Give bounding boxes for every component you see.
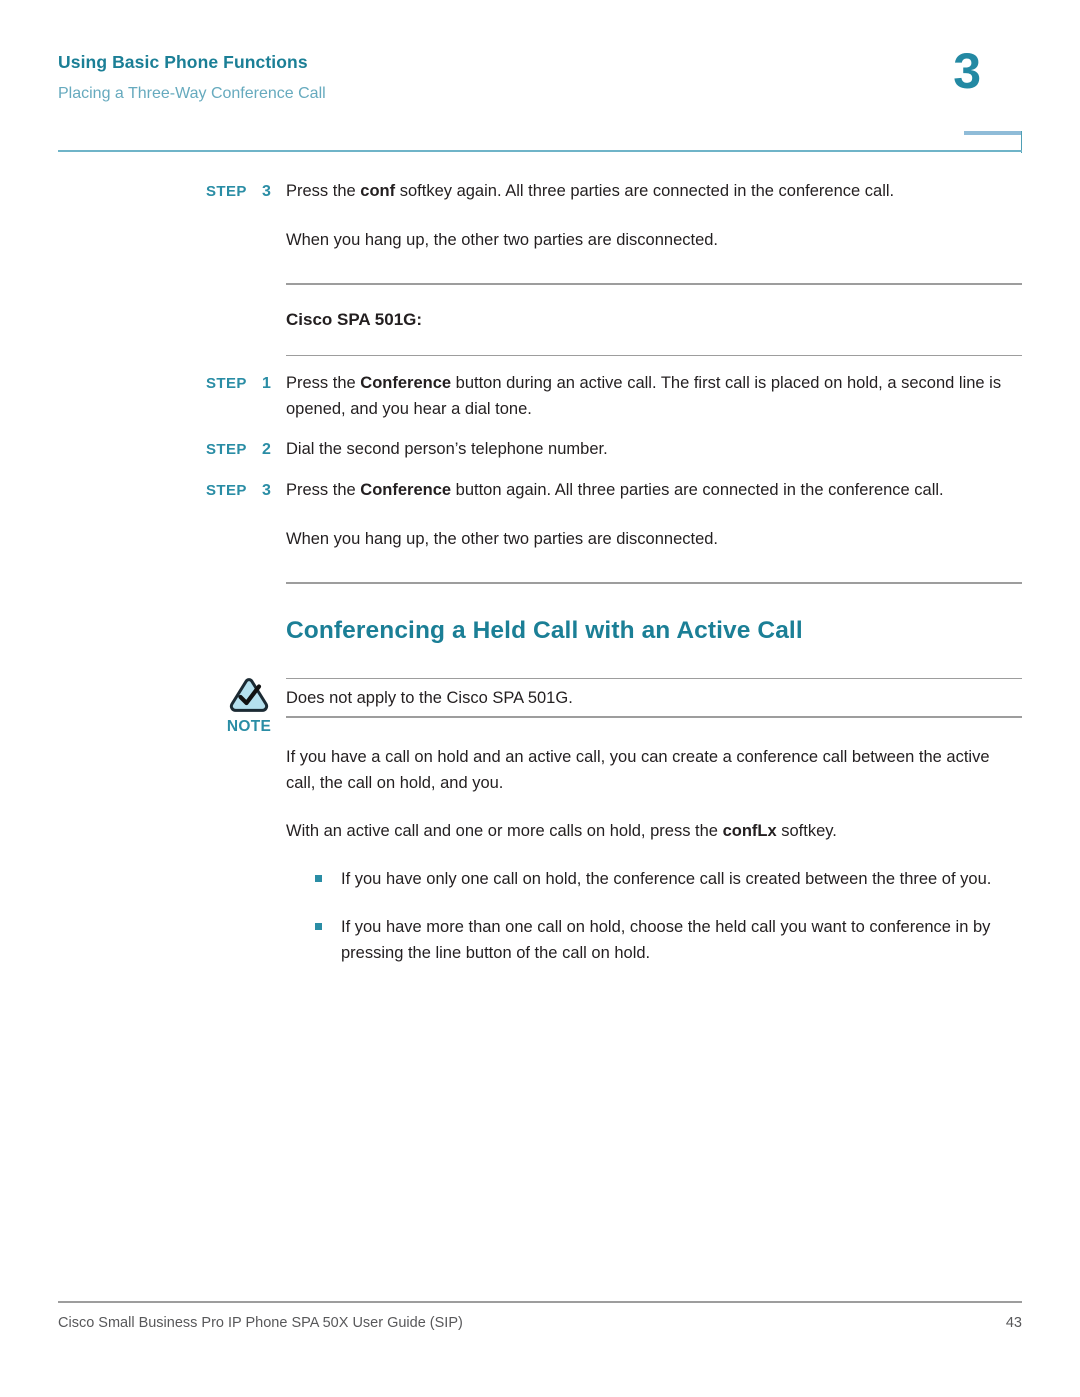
bullet-marker [315, 914, 341, 930]
running-header: Using Basic Phone Functions Placing a Th… [58, 46, 1022, 153]
note-triangle-check-icon [218, 677, 280, 717]
step-text-after: softkey again. All three parties are con… [395, 182, 895, 200]
softkey-text-before: With an active call and one or more call… [286, 821, 723, 840]
hangup-note-paragraph: When you hang up, the other two parties … [286, 231, 719, 249]
hangup-closing-paragraph: When you hang up, the other two parties … [286, 530, 719, 548]
divider-below-note-text [286, 716, 1022, 718]
step-row: STEP 3 Press the conf softkey again. All… [0, 178, 1080, 205]
step-row: STEP 3 Press the Conference button again… [0, 477, 1080, 504]
footer-rule [58, 1301, 1022, 1303]
intro-paragraph: If you have a call on hold and an active… [286, 747, 990, 792]
step-bold-term: conf [360, 182, 396, 200]
step-body: Press the Conference button during an ac… [286, 370, 1022, 422]
list-item: If you have only one call on hold, the c… [315, 866, 1080, 892]
model-subheading: Cisco SPA 501G: [286, 309, 423, 329]
footer-page-number: 43 [1005, 1315, 1022, 1331]
step-number: 3 [262, 183, 271, 200]
page-content: STEP 3 Press the conf softkey again. All… [0, 178, 1080, 966]
step-text-before: Dial the second person’s telephone numbe… [286, 440, 608, 458]
softkey-bold-term: confLx [722, 821, 777, 840]
note-icon-group: NOTE [218, 677, 280, 736]
step-text-before: Press the [286, 182, 361, 200]
step-body: Dial the second person’s telephone numbe… [286, 436, 1022, 462]
step-label: STEP [206, 375, 247, 392]
step-row: STEP 2 Dial the second person’s telephon… [0, 436, 1080, 463]
step-label: STEP [206, 482, 247, 499]
list-item: If you have more than one call on hold, … [315, 914, 1080, 966]
step-body: Press the conf softkey again. All three … [286, 178, 1022, 204]
step-number: 2 [262, 441, 271, 458]
page-footer: Cisco Small Business Pro IP Phone SPA 50… [58, 1313, 1022, 1333]
chapter-number: 3 [953, 43, 981, 99]
step-number: 3 [262, 482, 271, 499]
note-text: Does not apply to the Cisco SPA 501G. [286, 689, 573, 707]
square-bullet-icon [315, 922, 322, 930]
step-label: STEP [206, 183, 247, 200]
step-bold-term: Conference [360, 481, 452, 499]
step-text-before: Press the [286, 481, 361, 499]
list-item-text: If you have only one call on hold, the c… [341, 869, 992, 888]
step-text-after: button again. All three parties are conn… [451, 481, 944, 499]
step-text-before: Press the [286, 374, 361, 392]
document-page: Using Basic Phone Functions Placing a Th… [0, 0, 1080, 1397]
bullet-marker [315, 866, 341, 882]
softkey-paragraph: With an active call and one or more call… [286, 818, 1022, 844]
section-heading: Conferencing a Held Call with an Active … [286, 616, 803, 644]
step-label: STEP [206, 441, 247, 458]
softkey-text-after: softkey. [776, 821, 837, 840]
note-block: NOTE Does not apply to the Cisco SPA 501… [0, 677, 1080, 735]
footer-document-title: Cisco Small Business Pro IP Phone SPA 50… [58, 1315, 463, 1331]
header-horizontal-rule [58, 150, 1022, 152]
header-chapter-title: Using Basic Phone Functions [58, 52, 308, 72]
header-tab-cap [964, 131, 1022, 135]
list-item-text: If you have more than one call on hold, … [341, 917, 991, 962]
note-label: NOTE [226, 717, 272, 735]
step-bold-term: Conference [360, 374, 452, 392]
step-body: Press the Conference button again. All t… [286, 477, 1022, 503]
step-number: 1 [262, 375, 271, 392]
step-row: STEP 1 Press the Conference button durin… [0, 370, 1080, 422]
square-bullet-icon [315, 874, 322, 882]
header-section-subtitle: Placing a Three-Way Conference Call [58, 85, 326, 102]
